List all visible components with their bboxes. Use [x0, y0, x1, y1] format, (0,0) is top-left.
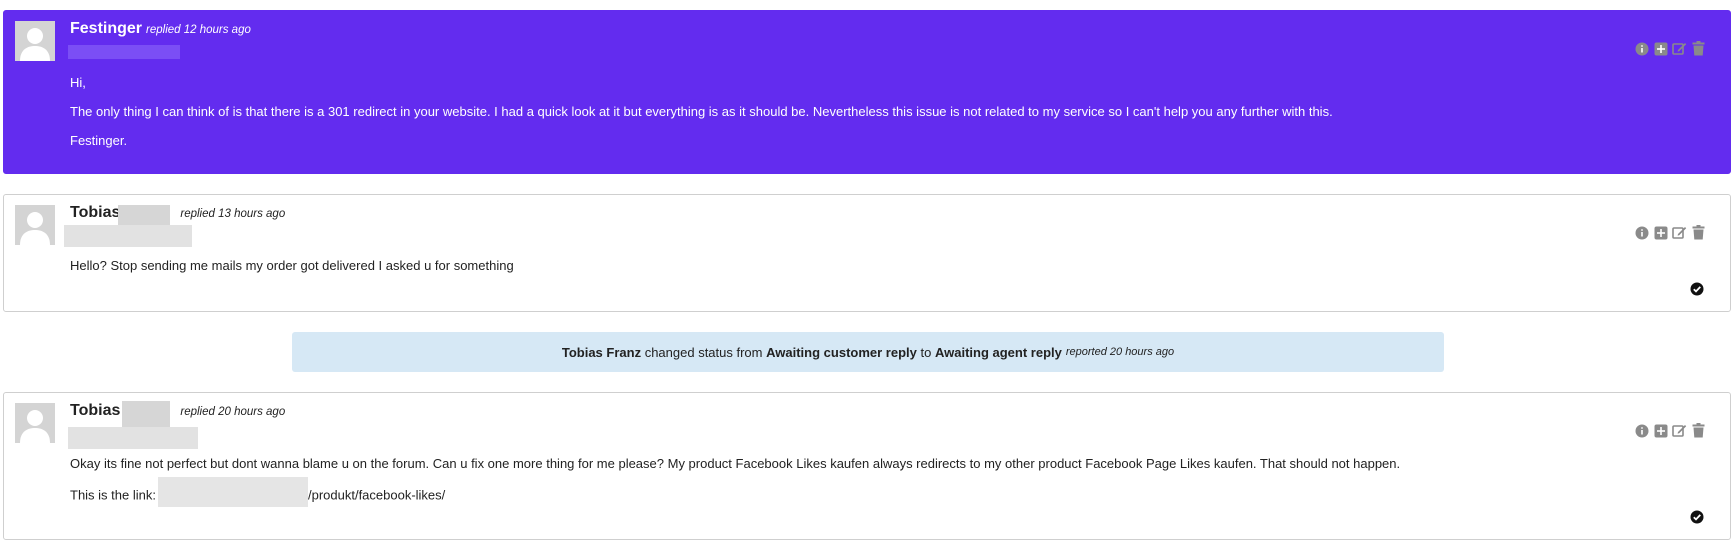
trash-icon[interactable] — [1691, 225, 1706, 240]
status-meta: reported 20 hours ago — [1065, 346, 1175, 358]
reply-meta: replied 13 hours ago — [180, 208, 286, 220]
author-name[interactable]: Tobias — [70, 204, 120, 221]
reply-body: Okay its fine not perfect but dont wanna… — [70, 456, 1400, 521]
reply-paragraph: Okay its fine not perfect but dont wanna… — [70, 456, 1401, 471]
info-icon[interactable] — [1634, 225, 1649, 240]
status-change-notice: Tobias Franz changed status from Awaitin… — [292, 332, 1444, 372]
edit-icon[interactable] — [1672, 41, 1687, 56]
reply-header: Tobias replied 20 hours ago — [70, 402, 285, 420]
reply-paragraph: This is the link: — [70, 487, 156, 503]
reply-card: Festinger replied 12 hours ago Hi, The on… — [3, 10, 1731, 174]
reply-paragraph: Hi, — [70, 75, 86, 90]
redacted-email — [64, 225, 192, 247]
check-circle-icon — [1690, 282, 1704, 296]
trash-icon[interactable] — [1691, 41, 1706, 56]
avatar — [15, 205, 55, 245]
avatar — [15, 403, 55, 443]
status-to-word: to — [920, 344, 932, 360]
status-actor: Tobias Franz — [561, 344, 642, 360]
reply-actions — [1634, 225, 1706, 240]
status-to: Awaiting agent reply — [934, 344, 1062, 360]
plus-square-icon[interactable] — [1653, 423, 1668, 438]
redacted-email — [68, 427, 198, 449]
reply-header: Tobias replied 13 hours ago — [70, 204, 285, 222]
status-changed-text: changed status from — [644, 344, 763, 360]
reply-paragraph: Hello? Stop sending me mails my order go… — [70, 258, 514, 273]
reply-actions — [1634, 423, 1706, 438]
status-from: Awaiting customer reply — [766, 344, 917, 360]
plus-square-icon[interactable] — [1653, 41, 1668, 56]
reply-paragraph: The only thing I can think of is that th… — [70, 104, 1333, 119]
redacted-domain — [157, 477, 308, 507]
reply-header: Festinger replied 12 hours ago — [70, 20, 251, 38]
reply-link-line: This is the link: /produkt/facebook-likes… — [70, 477, 1400, 507]
plus-square-icon[interactable] — [1653, 225, 1668, 240]
redacted-email — [68, 45, 180, 59]
reply-meta: replied 12 hours ago — [146, 24, 251, 36]
reply-body: Hi, The only thing I can think of is tha… — [70, 75, 1333, 162]
author-name[interactable]: Tobias — [70, 402, 120, 419]
edit-icon[interactable] — [1672, 225, 1687, 240]
info-icon[interactable] — [1634, 423, 1649, 438]
product-link[interactable]: /produkt/facebook-likes/ — [308, 487, 445, 502]
reply-paragraph: Festinger. — [70, 133, 128, 148]
check-circle-icon — [1690, 510, 1704, 524]
author-name[interactable]: Festinger — [70, 20, 142, 37]
edit-icon[interactable] — [1672, 423, 1687, 438]
reply-card: Tobias replied 20 hours ago Okay its fine… — [3, 392, 1731, 540]
reply-actions — [1634, 41, 1706, 56]
reply-card: Tobias replied 13 hours ago Hello? Stop s… — [3, 194, 1731, 312]
info-icon[interactable] — [1634, 41, 1649, 56]
reply-body: Hello? Stop sending me mails my order go… — [70, 258, 514, 287]
reply-meta: replied 20 hours ago — [180, 406, 286, 418]
avatar — [15, 21, 55, 61]
trash-icon[interactable] — [1691, 423, 1706, 438]
